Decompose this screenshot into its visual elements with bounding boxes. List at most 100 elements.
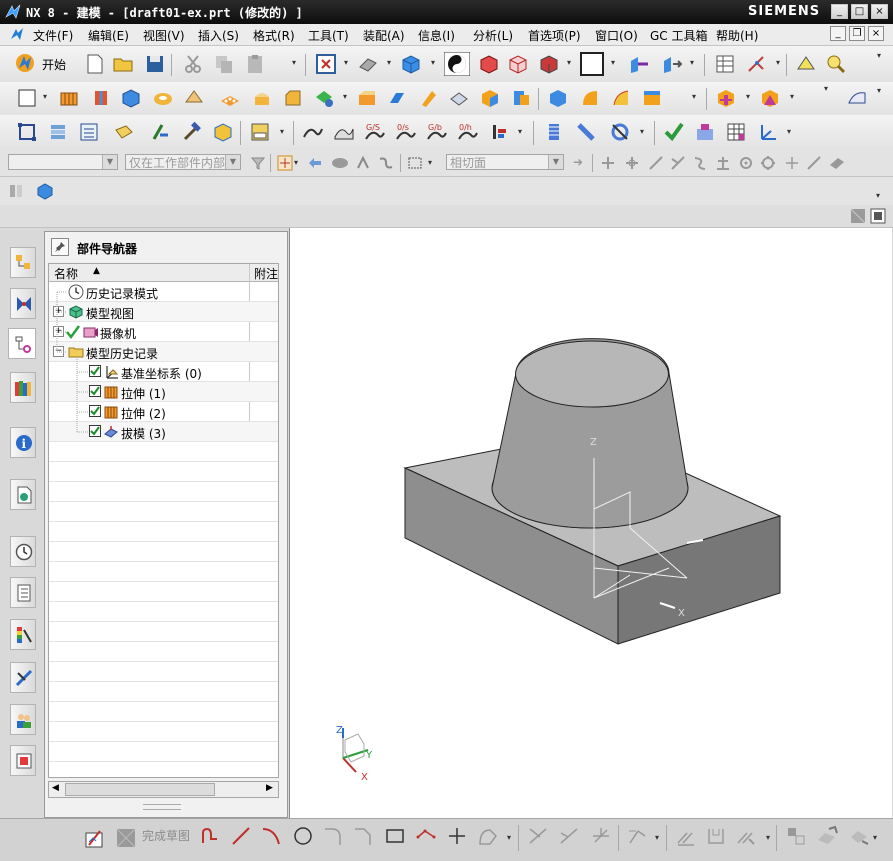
dimension-icon[interactable] xyxy=(626,825,648,847)
layer-stack-icon[interactable] xyxy=(47,121,69,143)
fit-view-icon[interactable] xyxy=(315,53,337,75)
boss-icon[interactable] xyxy=(183,87,205,109)
make-corner-icon[interactable] xyxy=(590,825,612,847)
fillet-icon[interactable] xyxy=(322,825,344,847)
reattach-sketch-icon[interactable] xyxy=(815,825,841,847)
sketch-overflow-icon[interactable]: ▾ xyxy=(873,833,877,842)
row3-options-icon[interactable]: ▾ xyxy=(876,191,880,200)
move-object-icon[interactable] xyxy=(150,121,172,143)
pin-button[interactable] xyxy=(51,238,69,256)
orient-view-icon[interactable] xyxy=(400,53,422,75)
check-geometry-icon[interactable] xyxy=(663,121,685,143)
cut-icon[interactable] xyxy=(182,53,204,75)
warning-dropdown-icon[interactable]: ▾ xyxy=(790,92,794,101)
drawing-dropdown-icon[interactable]: ▾ xyxy=(280,127,284,136)
nx-menu-icon[interactable] xyxy=(10,27,24,41)
column-header-attach[interactable]: 附注 xyxy=(254,265,278,282)
toolbar2-overflow-icon[interactable]: ▾ xyxy=(824,84,828,93)
snap-intersection-icon[interactable] xyxy=(670,155,686,171)
snap-midpoint-icon[interactable] xyxy=(624,155,640,171)
menu-file[interactable]: 文件(F) xyxy=(33,27,73,44)
sketch-icon[interactable] xyxy=(16,87,38,109)
type-filter-combo[interactable]: ▼ xyxy=(8,154,118,170)
select-body-icon[interactable] xyxy=(330,155,350,171)
dimension-dropdown-icon[interactable]: ▾ xyxy=(655,833,659,842)
visualization-tab[interactable] xyxy=(10,619,36,650)
spring-icon[interactable] xyxy=(543,121,565,143)
curve-analysis-icon[interactable] xyxy=(302,121,324,143)
shading-dropdown-icon[interactable]: ▾ xyxy=(567,58,571,67)
cone-top-face[interactable] xyxy=(515,340,669,408)
undo-selection-icon[interactable] xyxy=(307,156,323,170)
edge-display-icon[interactable] xyxy=(478,53,500,75)
feature-group-icon[interactable] xyxy=(715,87,737,109)
help-search-icon[interactable] xyxy=(825,53,847,75)
roles-tab[interactable] xyxy=(10,704,36,735)
layer-move-icon[interactable] xyxy=(661,53,683,75)
menu-tools[interactable]: 工具(T) xyxy=(308,27,349,44)
properties-table-icon[interactable] xyxy=(714,53,736,75)
select-curve-icon[interactable] xyxy=(378,155,394,171)
arc-icon[interactable] xyxy=(260,825,282,847)
subtract-icon[interactable] xyxy=(510,87,532,109)
constraint-dropdown-icon[interactable]: ▾ xyxy=(766,833,770,842)
shell-icon[interactable] xyxy=(386,87,408,109)
menu-insert[interactable]: 插入(S) xyxy=(198,27,239,44)
feature-overflow-icon[interactable]: ▾ xyxy=(692,92,696,101)
csys-dropdown-icon[interactable]: ▾ xyxy=(787,127,791,136)
reuse-library-tab[interactable] xyxy=(10,372,36,403)
menu-analysis[interactable]: 分析(L) xyxy=(473,27,513,44)
snap-perpendicular-icon[interactable] xyxy=(715,155,731,171)
sketch-dropdown-icon[interactable]: ▾ xyxy=(43,92,47,101)
menu-information[interactable]: 信息(I) xyxy=(418,27,455,44)
pattern-feature-icon[interactable] xyxy=(219,87,241,109)
horizontal-scrollbar[interactable]: ◀ ▶ xyxy=(48,781,279,798)
warning-feature-icon[interactable] xyxy=(759,87,781,109)
sweep-icon[interactable] xyxy=(418,87,440,109)
menu-preferences[interactable]: 首选项(P) xyxy=(528,27,581,44)
start-button[interactable]: 开始 xyxy=(42,56,66,73)
selection-scope-combo[interactable]: 仅在工作部件内部 ▼ xyxy=(125,154,241,170)
new-file-icon[interactable] xyxy=(84,53,106,75)
block-icon[interactable] xyxy=(120,87,142,109)
scroll-right-icon[interactable]: ▶ xyxy=(266,783,273,793)
full-screen-icon[interactable] xyxy=(870,208,886,224)
curve-dropdown-icon[interactable]: ▾ xyxy=(507,833,511,842)
resize-grip[interactable] xyxy=(143,804,181,810)
arrow-right-icon[interactable]: ➜ xyxy=(573,155,583,169)
quick-trim-icon[interactable] xyxy=(527,825,549,847)
chevron-down-icon[interactable]: ▼ xyxy=(548,155,563,169)
sort-ascending-icon[interactable]: ▲ xyxy=(93,266,100,276)
scrollbar-thumb[interactable] xyxy=(65,783,215,796)
g1-continuity-icon[interactable]: 0/s xyxy=(395,121,417,143)
curve-frame-icon[interactable] xyxy=(16,121,38,143)
rectangle-icon[interactable] xyxy=(384,825,406,847)
chamfer-sketch-icon[interactable] xyxy=(352,825,374,847)
polygon-icon[interactable] xyxy=(415,825,437,847)
snap-quadrant-icon[interactable] xyxy=(760,155,776,171)
graphics-viewport[interactable]: Z X Z Y X xyxy=(289,228,892,818)
sketch-task-icon[interactable] xyxy=(84,827,106,849)
finish-sketch-button[interactable]: 完成草图 xyxy=(142,827,190,844)
point-dropdown-icon[interactable]: ▾ xyxy=(776,58,780,67)
constraint-navigator-tab[interactable] xyxy=(10,288,36,319)
cable-icon[interactable] xyxy=(575,121,597,143)
finish-sketch-icon[interactable] xyxy=(115,827,137,849)
line-icon[interactable] xyxy=(230,825,252,847)
menu-assemblies[interactable]: 装配(A) xyxy=(363,27,405,44)
toolbar-overflow-icon[interactable]: ▾ xyxy=(292,58,296,67)
clearance-icon[interactable] xyxy=(694,121,716,143)
csys-tool-icon[interactable] xyxy=(757,121,779,143)
chevron-down-icon[interactable]: ▼ xyxy=(225,155,240,169)
gear-dropdown-icon[interactable]: ▾ xyxy=(640,127,644,136)
edge-blend-icon[interactable] xyxy=(251,87,273,109)
assembly-navigator-icon[interactable] xyxy=(8,183,24,199)
start-icon[interactable] xyxy=(14,52,36,74)
analysis-dropdown-icon[interactable]: ▾ xyxy=(518,127,522,136)
datum-plane-icon[interactable] xyxy=(313,87,335,109)
scroll-left-icon[interactable]: ◀ xyxy=(52,783,59,793)
display-settings-icon[interactable] xyxy=(850,208,866,224)
fit-view-dropdown-icon[interactable]: ▾ xyxy=(344,58,348,67)
menu-help[interactable]: 帮助(H) xyxy=(716,27,758,44)
extrude-toolbar-icon[interactable] xyxy=(58,87,80,109)
